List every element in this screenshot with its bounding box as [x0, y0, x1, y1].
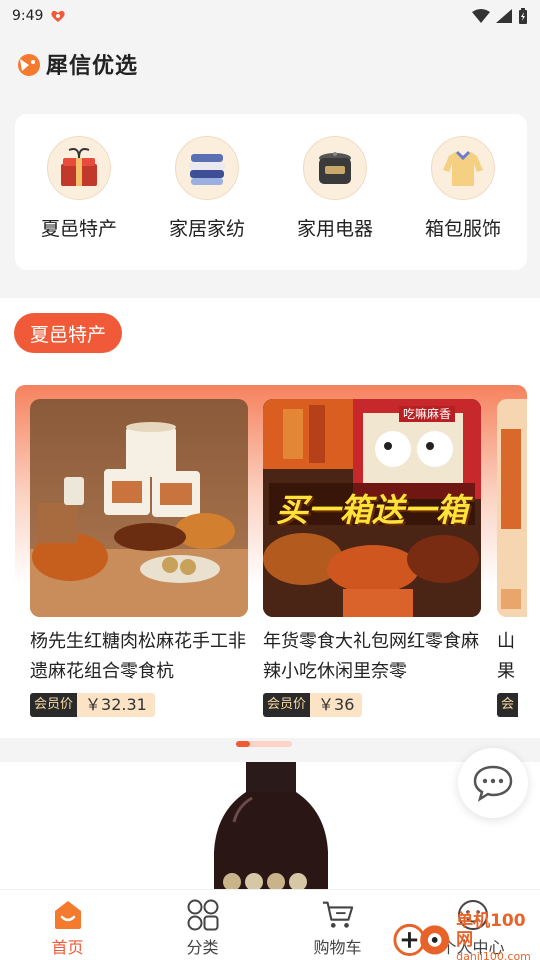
tab-category[interactable]: 分类 — [135, 890, 270, 960]
category-label: 家用电器 — [296, 218, 373, 240]
app-logo: 犀信优选 — [16, 48, 138, 80]
price-row: 会 — [497, 693, 527, 717]
price-row: 会员价 ￥32.31 — [30, 693, 248, 717]
tab-cart[interactable]: 购物车 — [270, 890, 405, 960]
product-carousel[interactable]: 杨先生红糖肉松麻花手工非遗麻花组合零食杭 会员价 ￥32.31 吃嘛麻香 买一箱… — [15, 385, 527, 730]
site-watermark: 单机100网 danji100.com — [392, 911, 540, 960]
logo-mark-icon — [18, 54, 40, 76]
watermark-logo-icon — [393, 923, 450, 956]
promo-banner-text: 买一箱送一箱 — [275, 491, 468, 529]
category-label: 家居家纺 — [168, 218, 245, 240]
rice-cooker-icon — [303, 136, 367, 200]
folded-textiles-icon — [175, 136, 239, 200]
category-item-bags-apparel[interactable]: 箱包服饰 — [408, 136, 518, 270]
member-price-tag: 会员价 — [263, 693, 311, 717]
tab-label: 购物车 — [313, 938, 362, 957]
category-grid-icon — [186, 898, 220, 932]
product-title[interactable]: 杨先生红糖肉松麻花手工非遗麻花组合零食杭 — [30, 627, 248, 687]
product-card[interactable]: 杨先生红糖肉松麻花手工非遗麻花组合零食杭 会员价 ￥32.31 — [30, 399, 248, 717]
product-price: ￥32.31 — [77, 693, 155, 717]
category-label: 夏邑特产 — [40, 218, 117, 240]
product-card[interactable]: 吃嘛麻香 买一箱送一箱 年货零食大礼包网红零食麻辣小吃休闲里奈零 会员价 ￥36 — [263, 399, 481, 717]
product-price: ￥36 — [310, 693, 363, 717]
category-card: 夏邑特产 家居家纺 家用电器 箱包服饰 — [15, 114, 527, 270]
tab-label: 首页 — [51, 938, 84, 957]
watermark-main-text: 单机100网 — [456, 911, 526, 950]
product-image[interactable] — [30, 399, 248, 617]
member-price-tag: 会 — [497, 693, 519, 717]
product-sign-text: 吃嘛麻香 — [398, 406, 455, 422]
carousel-pager — [236, 741, 292, 747]
cart-icon — [321, 898, 355, 932]
product-image[interactable] — [497, 399, 527, 617]
app-name: 犀信优选 — [46, 54, 139, 79]
member-price-tag: 会员价 — [30, 693, 78, 717]
product-image[interactable]: 吃嘛麻香 买一箱送一箱 — [263, 399, 481, 617]
product-title[interactable]: 山果 — [497, 627, 527, 687]
gift-box-icon — [47, 136, 111, 200]
watermark-sub-text: danji100.com — [456, 950, 531, 960]
chat-bubble-icon — [473, 765, 513, 802]
status-bar: 9:49 — [0, 0, 540, 32]
home-icon — [51, 898, 85, 932]
category-item-appliances[interactable]: 家用电器 — [280, 136, 390, 270]
sweater-icon — [431, 136, 495, 200]
category-item-xiayi[interactable]: 夏邑特产 — [24, 136, 134, 270]
tab-label: 分类 — [186, 938, 219, 957]
product-card[interactable]: 山果 会 — [497, 399, 527, 717]
status-time: 9:49 — [12, 8, 44, 24]
category-item-home-textiles[interactable]: 家居家纺 — [152, 136, 262, 270]
signal-icon — [496, 9, 512, 23]
app-notification-icon — [51, 10, 66, 22]
product-title[interactable]: 年货零食大礼包网红零食麻辣小吃休闲里奈零 — [263, 627, 481, 687]
price-row: 会员价 ￥36 — [263, 693, 481, 717]
wine-bottle-image[interactable] — [212, 762, 330, 892]
category-label: 箱包服饰 — [424, 218, 501, 240]
customer-service-button[interactable] — [458, 748, 528, 818]
wifi-icon — [472, 9, 490, 23]
battery-icon — [519, 8, 527, 24]
tab-home[interactable]: 首页 — [0, 890, 135, 960]
section-title-pill[interactable]: 夏邑特产 — [14, 313, 123, 353]
pager-active-dot — [236, 741, 250, 747]
